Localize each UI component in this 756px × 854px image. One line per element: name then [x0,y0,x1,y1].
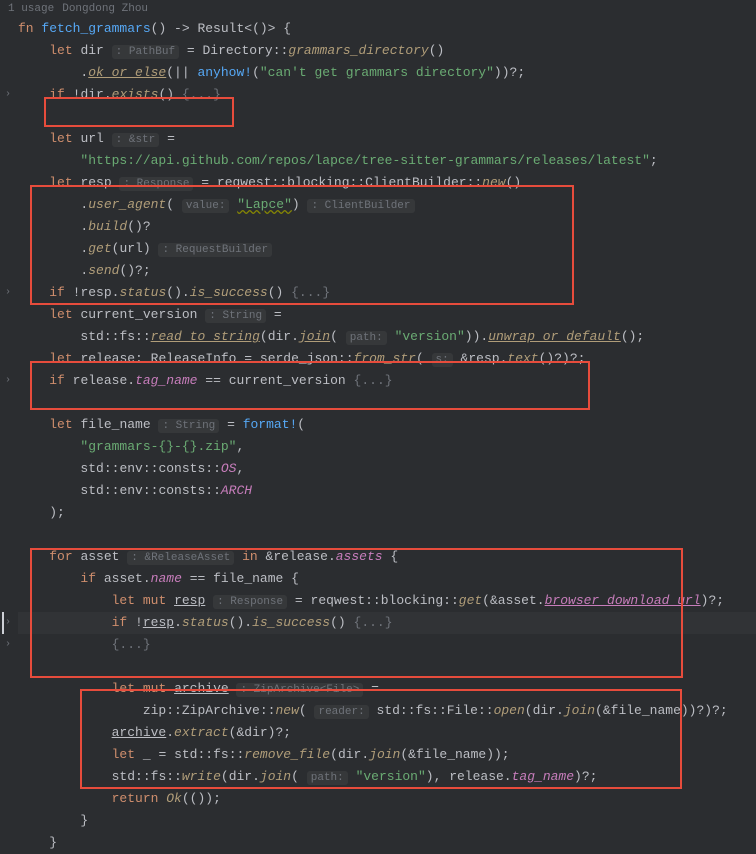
cursor-indicator [2,612,4,634]
type-hint: : String [205,309,266,323]
code-line[interactable]: std::fs::write(dir.join( path: "version"… [18,766,756,788]
folded-block[interactable]: {...} [354,373,393,388]
param-hint: reader: [314,705,368,719]
code-line[interactable]: › if !dir.exists() {...} [18,84,756,106]
type-hint: : &str [112,133,160,147]
type-hint: : ClientBuilder [307,199,414,213]
folded-block[interactable]: {...} [182,87,221,102]
file-header: 1 usage Dongdong Zhou [0,0,756,18]
folded-block[interactable]: {...} [354,615,393,630]
code-line[interactable] [18,106,756,128]
code-line[interactable] [18,524,756,546]
code-line[interactable]: let resp : Response = reqwest::blocking:… [18,172,756,194]
fold-arrow-icon[interactable]: › [5,612,11,634]
code-line[interactable]: for asset : &ReleaseAsset in &release.as… [18,546,756,568]
code-line[interactable]: › if !resp.status().is_success() {...} [18,612,756,634]
code-line[interactable]: let mut archive : ZipArchive<File> = [18,678,756,700]
fold-arrow-icon[interactable]: › [5,282,11,304]
code-line[interactable]: .build()? [18,216,756,238]
code-line[interactable]: let release: ReleaseInfo = serde_json::f… [18,348,756,370]
code-editor[interactable]: fn fetch_grammars() -> Result<()> { let … [0,18,756,854]
code-line[interactable] [18,656,756,678]
param-hint: path: [346,331,387,345]
fold-arrow-icon[interactable]: › [5,370,11,392]
code-line[interactable]: archive.extract(&dir)?; [18,722,756,744]
code-line[interactable]: .user_agent( value: "Lapce") : ClientBui… [18,194,756,216]
folded-block[interactable]: {...} [291,285,330,300]
type-hint: : ZipArchive<File> [236,683,363,697]
type-hint: : RequestBuilder [158,243,272,257]
code-line[interactable]: } [18,832,756,854]
code-line[interactable]: let file_name : String = format!( [18,414,756,436]
param-hint: s: [432,353,453,367]
fold-arrow-icon[interactable]: › [5,84,11,106]
code-line[interactable]: › {...} [18,634,756,656]
code-line[interactable]: zip::ZipArchive::new( reader: std::fs::F… [18,700,756,722]
usage-count[interactable]: 1 usage [8,3,54,15]
folded-block[interactable]: {...} [112,637,151,652]
code-line[interactable]: if asset.name == file_name { [18,568,756,590]
code-line[interactable]: "grammars-{}-{}.zip", [18,436,756,458]
code-line[interactable]: let dir : PathBuf = Directory::grammars_… [18,40,756,62]
code-line[interactable]: ); [18,502,756,524]
code-line[interactable]: .get(url) : RequestBuilder [18,238,756,260]
code-line[interactable]: › if !resp.status().is_success() {...} [18,282,756,304]
code-line[interactable]: std::env::consts::ARCH [18,480,756,502]
code-line[interactable]: fn fetch_grammars() -> Result<()> { [18,18,756,40]
type-hint: : String [158,419,219,433]
type-hint: : PathBuf [112,45,179,59]
code-line[interactable]: .send()?; [18,260,756,282]
code-line[interactable]: let _ = std::fs::remove_file(dir.join(&f… [18,744,756,766]
code-line[interactable]: let current_version : String = [18,304,756,326]
code-line[interactable]: let mut resp : Response = reqwest::block… [18,590,756,612]
code-line[interactable]: › if release.tag_name == current_version… [18,370,756,392]
code-line[interactable] [18,392,756,414]
type-hint: : Response [119,177,193,191]
code-line[interactable]: std::env::consts::OS, [18,458,756,480]
fold-arrow-icon[interactable]: › [5,634,11,656]
code-line[interactable]: "https://api.github.com/repos/lapce/tree… [18,150,756,172]
code-line[interactable]: let url : &str = [18,128,756,150]
code-line[interactable]: return Ok(()); [18,788,756,810]
type-hint: : &ReleaseAsset [127,551,234,565]
type-hint: : Response [213,595,287,609]
param-hint: path: [307,771,348,785]
code-line[interactable]: } [18,810,756,832]
code-line[interactable]: .ok_or_else(|| anyhow!("can't get gramma… [18,62,756,84]
param-hint: value: [182,199,230,213]
code-line[interactable]: std::fs::read_to_string(dir.join( path: … [18,326,756,348]
author-name[interactable]: Dongdong Zhou [62,3,148,15]
